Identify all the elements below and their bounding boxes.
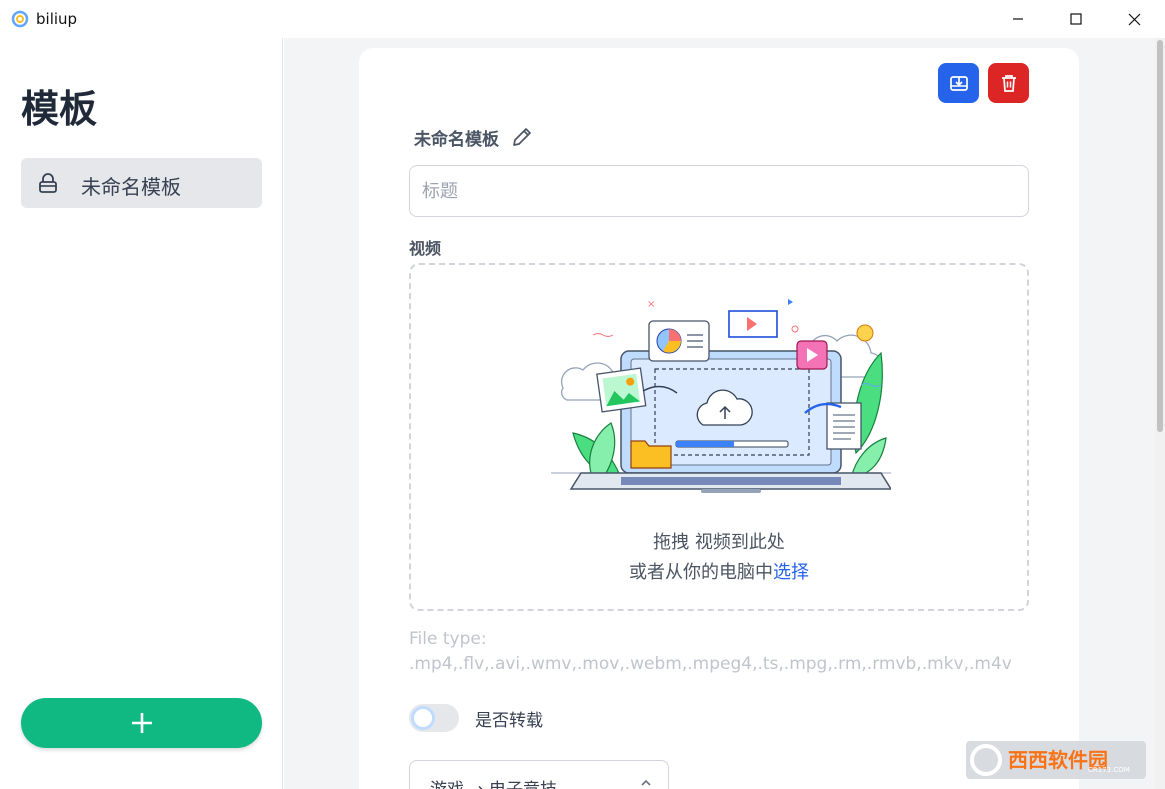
select-file-link[interactable]: 选择 bbox=[773, 562, 809, 583]
watermark-logo: 西西软件园 CR173.COM bbox=[966, 741, 1146, 779]
dropzone-hint: 拖拽 视频到此处 bbox=[653, 532, 785, 553]
plus-icon bbox=[131, 713, 152, 733]
sidebar: 模板 未命名模板 bbox=[0, 38, 283, 789]
toggle-knob bbox=[411, 706, 435, 730]
main-scrollbar[interactable] bbox=[1155, 38, 1165, 789]
watermark-subtext: CR173.COM bbox=[1088, 766, 1130, 774]
sidebar-heading: 模板 bbox=[21, 87, 98, 131]
video-section-label: 视频 bbox=[409, 239, 442, 258]
sidebar-item-label: 未命名模板 bbox=[81, 175, 181, 199]
title-input[interactable] bbox=[409, 165, 1029, 217]
lock-icon bbox=[39, 173, 57, 193]
minimize-icon bbox=[1013, 18, 1023, 20]
template-name: 未命名模板 bbox=[414, 130, 499, 150]
chevron-up-icon bbox=[641, 779, 651, 786]
download-tray-icon bbox=[949, 76, 968, 91]
dropzone-hint-secondary: 或者从你的电脑中选择 bbox=[411, 558, 1027, 584]
category-select[interactable]: 游戏 → 电子竞技 bbox=[409, 760, 669, 789]
trash-icon bbox=[1001, 75, 1016, 92]
svg-text:×: × bbox=[647, 299, 655, 310]
close-icon bbox=[1128, 13, 1140, 25]
file-type-label: File type: bbox=[409, 629, 487, 649]
dropzone-hint-prefix: 或者从你的电脑中 bbox=[629, 562, 773, 583]
save-template-button[interactable] bbox=[938, 63, 979, 103]
category-select-value: 游戏 → 电子竞技 bbox=[430, 775, 557, 789]
video-dropzone[interactable]: × 拖拽 视频到此处 或者从你的电脑中选择 bbox=[409, 263, 1029, 611]
delete-template-button[interactable] bbox=[988, 63, 1029, 103]
reprint-toggle[interactable] bbox=[409, 704, 459, 732]
reprint-toggle-label: 是否转载 bbox=[475, 711, 543, 731]
window-titlebar: biliup bbox=[0, 0, 1165, 38]
main-content: 未命名模板 视频 bbox=[284, 38, 1155, 789]
file-type-list: .mp4,.flv,.avi,.wmv,.mov,.webm,.mpeg4,.t… bbox=[409, 654, 1012, 674]
maximize-icon bbox=[1070, 13, 1082, 25]
minimize-button[interactable] bbox=[989, 0, 1047, 38]
template-editor-card: 未命名模板 视频 bbox=[359, 48, 1079, 789]
biliup-logo-icon bbox=[11, 10, 29, 28]
upload-illustration-icon: × bbox=[551, 299, 891, 493]
scrollbar-thumb[interactable] bbox=[1157, 40, 1163, 432]
close-button[interactable] bbox=[1105, 0, 1163, 38]
add-template-button[interactable] bbox=[21, 698, 262, 748]
pencil-icon[interactable] bbox=[511, 126, 533, 148]
sidebar-item-template[interactable]: 未命名模板 bbox=[21, 158, 262, 208]
maximize-button[interactable] bbox=[1047, 0, 1105, 38]
window-title: biliup bbox=[36, 10, 78, 28]
